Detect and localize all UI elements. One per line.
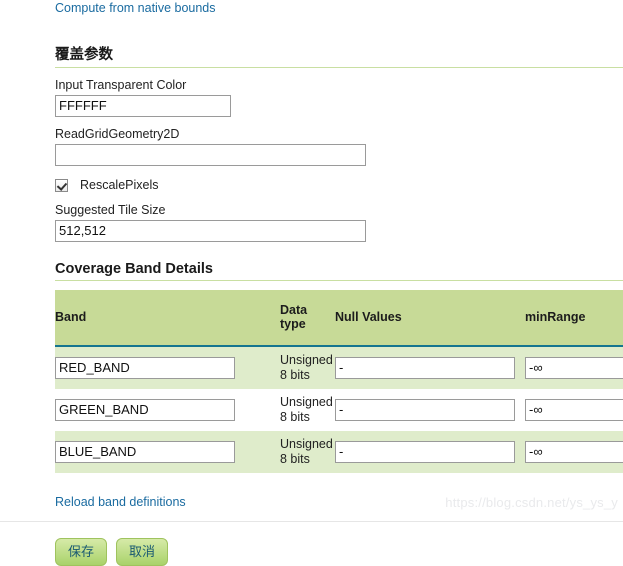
- data-type-line1: Unsigned: [280, 395, 333, 409]
- rescale-pixels-checkbox[interactable]: [55, 178, 68, 192]
- reload-band-definitions-link[interactable]: Reload band definitions: [55, 495, 186, 509]
- data-type-line2: 8 bits: [280, 368, 310, 382]
- band-name-cell: [55, 431, 280, 473]
- data-type-line2: 8 bits: [280, 410, 310, 424]
- compute-from-native-bounds-link[interactable]: Compute from native bounds: [55, 1, 216, 15]
- min-range-cell: [525, 346, 623, 389]
- band-table-header-row: Band Data type Null Values minRange: [55, 290, 623, 347]
- band-table-body: Unsigned 8 bits Unsigned: [55, 346, 623, 473]
- table-row: Unsigned 8 bits: [55, 346, 623, 389]
- suggested-tile-size-field[interactable]: [55, 220, 366, 242]
- data-type-line1: Unsigned: [280, 353, 333, 367]
- table-row: Unsigned 8 bits: [55, 431, 623, 473]
- coverage-band-details-heading: Coverage Band Details: [55, 261, 623, 281]
- null-values-input[interactable]: [335, 357, 515, 379]
- compute-native-bounds-link-wrap: Compute from native bounds: [55, 1, 623, 15]
- null-values-cell: [335, 346, 525, 389]
- band-name-cell: [55, 346, 280, 389]
- coverage-band-table: Band Data type Null Values minRange Unsi…: [55, 290, 623, 473]
- min-range-input[interactable]: [525, 441, 623, 463]
- readgridgeometry2d-label: ReadGridGeometry2D: [55, 127, 180, 141]
- null-values-input[interactable]: [335, 441, 515, 463]
- table-row: Unsigned 8 bits: [55, 389, 623, 431]
- input-transparent-color-label: Input Transparent Color: [55, 78, 187, 92]
- min-range-cell: [525, 389, 623, 431]
- column-header-null-values: Null Values: [335, 290, 525, 347]
- rescale-pixels-row[interactable]: RescalePixels: [55, 177, 623, 193]
- band-table-head: Band Data type Null Values minRange: [55, 290, 623, 347]
- data-type-cell: Unsigned 8 bits: [280, 346, 335, 389]
- data-type-cell: Unsigned 8 bits: [280, 389, 335, 431]
- data-type-cell: Unsigned 8 bits: [280, 431, 335, 473]
- min-range-input[interactable]: [525, 357, 623, 379]
- band-name-input[interactable]: [55, 399, 235, 421]
- column-header-band: Band: [55, 290, 280, 347]
- coverage-editor-page: Compute from native bounds 覆盖参数 Input Tr…: [0, 0, 623, 566]
- input-transparent-color-field[interactable]: [55, 95, 231, 117]
- coverage-parameters-heading: 覆盖参数: [55, 43, 623, 68]
- save-button[interactable]: 保存: [55, 538, 108, 566]
- column-header-min-range: minRange: [525, 290, 623, 347]
- null-values-cell: [335, 389, 525, 431]
- form-actions: 保存 取消: [55, 538, 623, 566]
- min-range-input[interactable]: [525, 399, 623, 421]
- column-header-data-type: Data type: [280, 290, 335, 347]
- cancel-button[interactable]: 取消: [116, 538, 169, 566]
- min-range-cell: [525, 431, 623, 473]
- data-type-line1: Unsigned: [280, 437, 333, 451]
- band-name-input[interactable]: [55, 441, 235, 463]
- readgridgeometry2d-field[interactable]: [55, 144, 366, 166]
- data-type-line2: 8 bits: [280, 452, 310, 466]
- null-values-input[interactable]: [335, 399, 515, 421]
- rescale-pixels-label: RescalePixels: [80, 178, 159, 192]
- bottom-divider: [0, 521, 623, 522]
- form-content: Compute from native bounds 覆盖参数 Input Tr…: [55, 0, 623, 566]
- null-values-cell: [335, 431, 525, 473]
- band-name-input[interactable]: [55, 357, 235, 379]
- suggested-tile-size-label: Suggested Tile Size: [55, 203, 166, 217]
- column-header-data-type-line2: type: [280, 317, 306, 331]
- column-header-data-type-line1: Data: [280, 303, 308, 317]
- band-name-cell: [55, 389, 280, 431]
- watermark-text: https://blog.csdn.net/ys_ys_y: [445, 495, 618, 510]
